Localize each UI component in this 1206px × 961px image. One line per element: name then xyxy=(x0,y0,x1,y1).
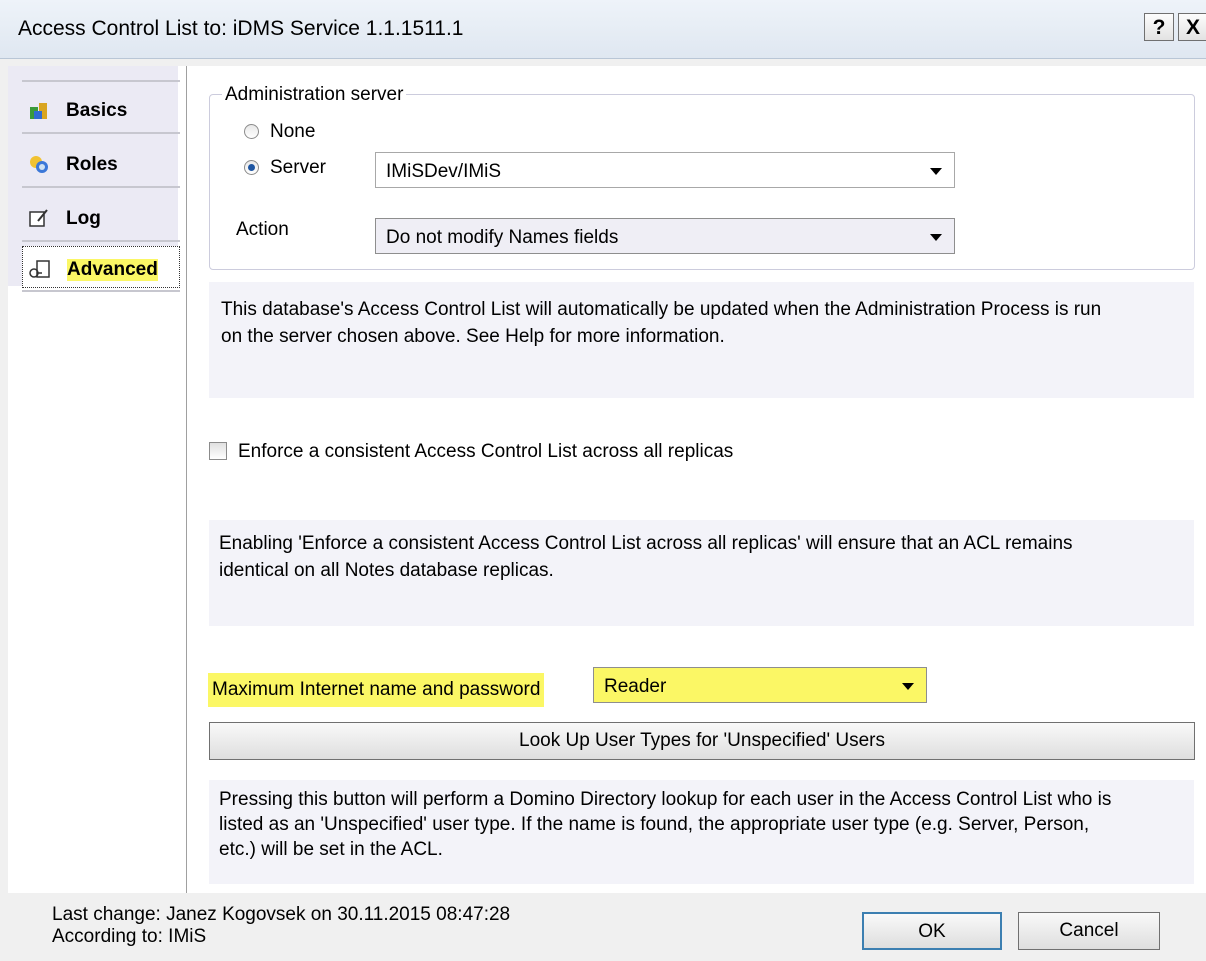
radio-server-label[interactable]: Server xyxy=(270,157,326,179)
help-button[interactable]: ? xyxy=(1144,13,1174,41)
admin-info-line: on the server chosen above. See Help for… xyxy=(221,326,725,347)
radio-server[interactable] xyxy=(244,160,259,175)
server-dropdown[interactable]: IMiSDev/IMiS xyxy=(375,152,955,188)
chevron-down-icon xyxy=(902,683,914,690)
enforce-info-line: identical on all Notes database replicas… xyxy=(219,560,554,581)
divider xyxy=(22,132,180,134)
internet-label: Maximum Internet name and password xyxy=(208,673,545,707)
sidebar-item-roles[interactable]: Roles xyxy=(22,142,182,184)
admin-info-box: This database's Access Control List will… xyxy=(209,282,1194,398)
group-legend: Administration server xyxy=(222,84,407,106)
sidebar-item-basics[interactable]: Basics xyxy=(22,88,182,130)
server-value: IMiSDev/IMiS xyxy=(386,161,502,182)
chevron-down-icon xyxy=(930,234,942,241)
ok-button[interactable]: OK xyxy=(862,912,1002,950)
action-dropdown[interactable]: Do not modify Names fields xyxy=(375,218,955,254)
enforce-checkbox[interactable] xyxy=(209,442,227,460)
internet-dropdown[interactable]: Reader xyxy=(593,667,927,703)
sidebar-item-label: Roles xyxy=(66,154,118,175)
divider xyxy=(22,240,180,242)
sidebar-item-label: Log xyxy=(66,208,101,229)
according-to-text: According to: IMiS xyxy=(52,926,207,947)
lookup-info-box: Pressing this button will perform a Domi… xyxy=(209,780,1194,884)
advanced-icon xyxy=(29,260,50,278)
admin-info-line: This database's Access Control List will… xyxy=(221,299,1102,320)
lookup-info-line: Pressing this button will perform a Domi… xyxy=(219,789,1112,810)
internet-value: Reader xyxy=(604,676,667,697)
window-title: Access Control List to: iDMS Service 1.1… xyxy=(18,17,464,40)
roles-icon xyxy=(30,156,48,173)
sidebar-item-label: Basics xyxy=(66,100,128,121)
lookup-info-line: etc.) will be set in the ACL. xyxy=(219,839,443,860)
chevron-down-icon xyxy=(930,168,942,175)
divider xyxy=(22,290,180,292)
enforce-info-box: Enabling 'Enforce a consistent Access Co… xyxy=(209,520,1194,626)
enforce-label[interactable]: Enforce a consistent Access Control List… xyxy=(238,441,733,463)
lookup-info-line: listed as an 'Unspecified' user type. If… xyxy=(219,814,1090,835)
divider xyxy=(22,80,180,82)
enforce-info-line: Enabling 'Enforce a consistent Access Co… xyxy=(219,533,1073,554)
action-label: Action xyxy=(236,219,289,240)
action-value: Do not modify Names fields xyxy=(386,227,619,248)
sidebar-item-advanced[interactable]: Advanced xyxy=(22,246,180,288)
radio-none[interactable] xyxy=(244,124,259,139)
sidebar: Basics Roles Log Advanced xyxy=(8,66,187,893)
divider xyxy=(22,186,180,188)
last-change-text: Last change: Janez Kogovsek on 30.11.201… xyxy=(52,904,511,925)
sidebar-item-log[interactable]: Log xyxy=(22,196,182,238)
people-icon xyxy=(30,103,47,119)
close-button[interactable]: X xyxy=(1178,13,1206,41)
lookup-button[interactable]: Look Up User Types for 'Unspecified' Use… xyxy=(209,722,1195,760)
radio-none-label[interactable]: None xyxy=(270,121,315,143)
sidebar-item-label: Advanced xyxy=(67,259,158,281)
cancel-button[interactable]: Cancel xyxy=(1018,912,1160,950)
log-icon xyxy=(29,209,48,227)
title-bar: Access Control List to: iDMS Service 1.1… xyxy=(0,0,1206,59)
